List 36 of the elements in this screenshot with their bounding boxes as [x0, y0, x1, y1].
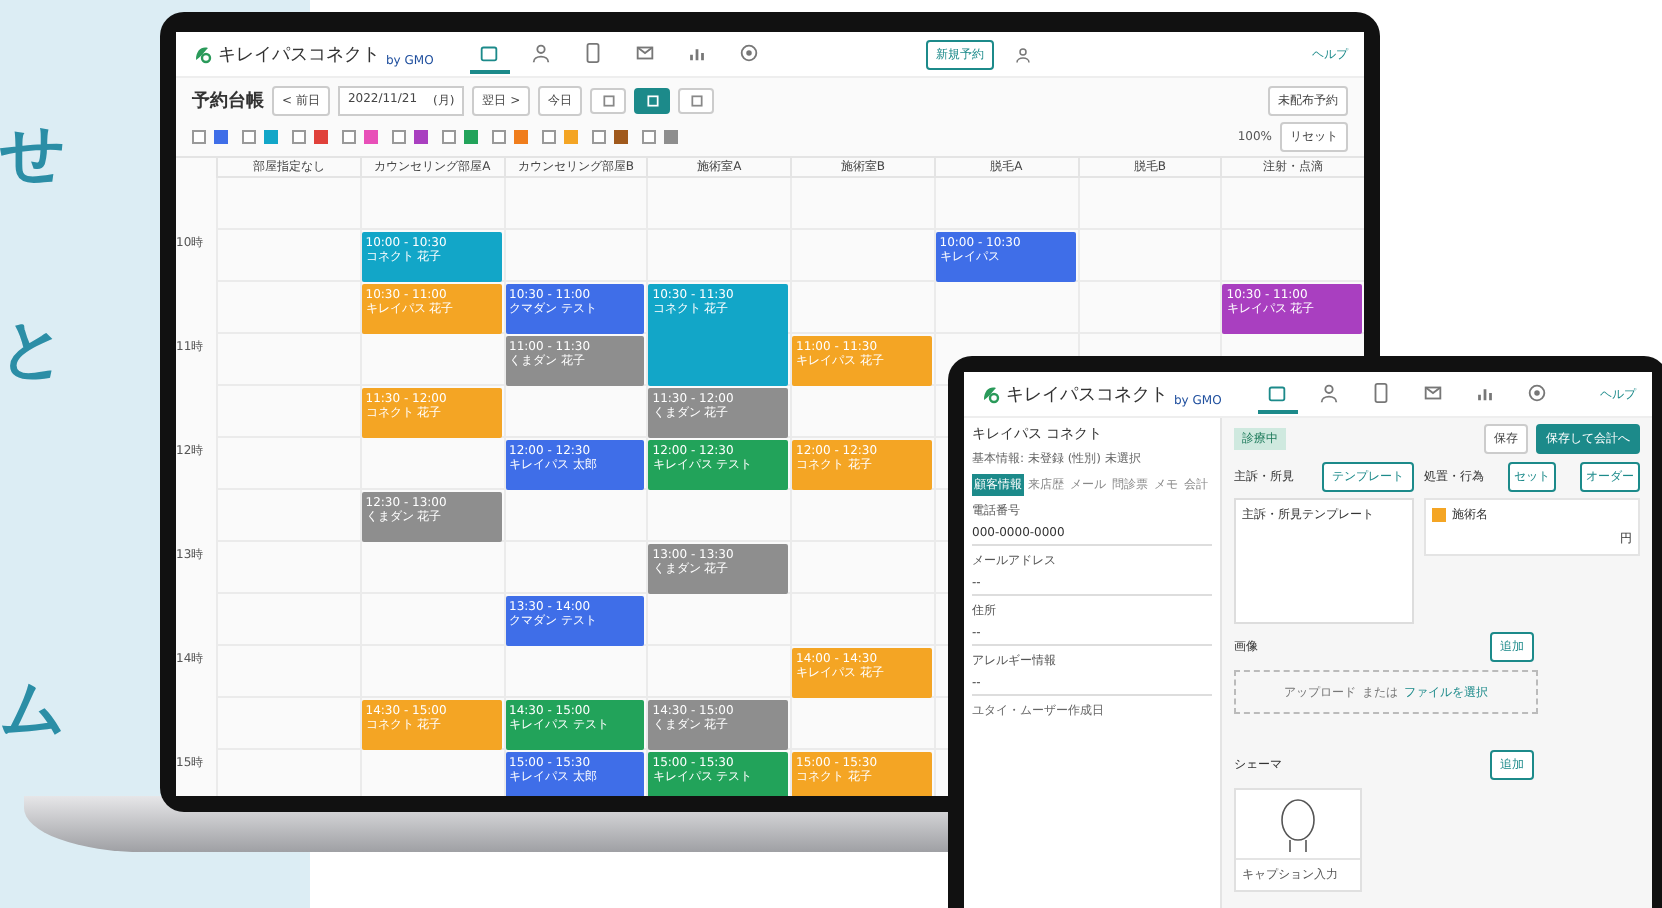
- filter-checkbox[interactable]: [342, 130, 356, 144]
- view-toggle[interactable]: [590, 88, 627, 114]
- calendar-icon: [601, 94, 616, 108]
- gear-icon: [738, 41, 761, 63]
- brand-name: キレイパスコネクト: [218, 43, 380, 67]
- calendar-icon: [645, 94, 660, 108]
- filter-checkbox[interactable]: [492, 130, 506, 144]
- filter-checkbox[interactable]: [542, 130, 556, 144]
- gear-icon: [1526, 381, 1549, 403]
- mail-icon: [1422, 381, 1445, 403]
- treatment-icon: [1432, 508, 1446, 522]
- headline-character: と: [0, 316, 66, 380]
- view-toggle[interactable]: [678, 88, 715, 114]
- person-icon: [1318, 381, 1341, 403]
- calendar-icon: [478, 41, 501, 63]
- filter-checkbox[interactable]: [192, 130, 206, 144]
- filter-checkbox[interactable]: [292, 130, 306, 144]
- document-icon: [1370, 381, 1393, 403]
- filter-checkbox[interactable]: [592, 130, 606, 144]
- person-icon: [530, 41, 553, 63]
- headline-character: せ: [0, 120, 66, 184]
- filter-checkbox[interactable]: [442, 130, 456, 144]
- brand-name: キレイパスコネクト: [1006, 383, 1168, 407]
- view-toggle[interactable]: [634, 88, 671, 114]
- user-icon: [1014, 45, 1032, 63]
- headline-character: ム: [0, 676, 66, 740]
- filter-checkbox[interactable]: [642, 130, 656, 144]
- mail-icon: [634, 41, 657, 63]
- filter-checkbox[interactable]: [242, 130, 256, 144]
- document-icon: [582, 41, 605, 63]
- page-title: 予約台帳: [192, 88, 264, 114]
- calendar-icon: [1266, 381, 1289, 403]
- filter-checkbox[interactable]: [392, 130, 406, 144]
- logo-icon: [980, 384, 1000, 404]
- logo-icon: [192, 44, 212, 64]
- calendar-icon: [689, 94, 704, 108]
